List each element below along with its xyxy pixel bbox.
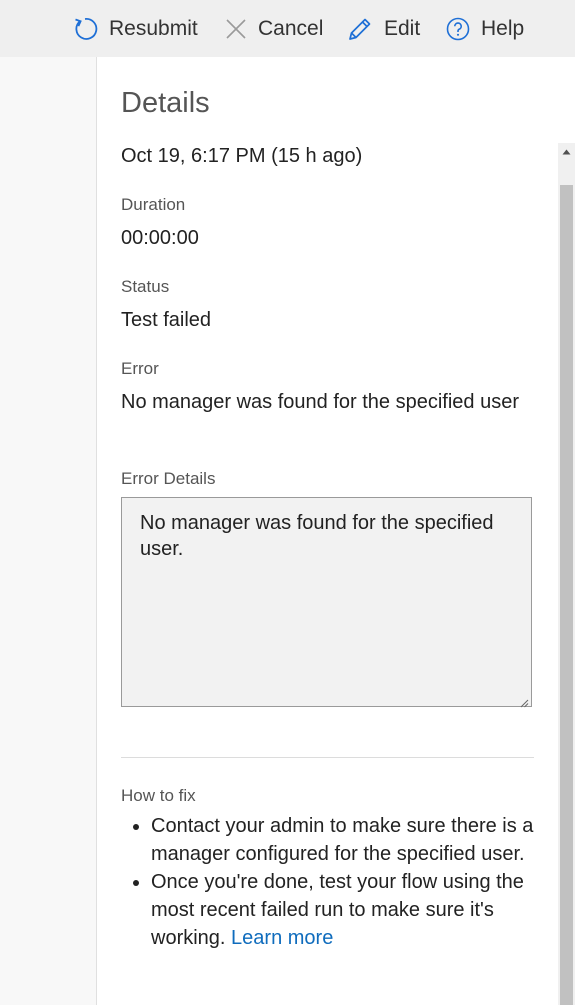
help-icon [446,17,470,41]
resubmit-label: Resubmit [109,16,198,40]
edit-label: Edit [384,16,421,40]
pencil-icon [347,16,373,42]
refresh-icon [72,16,98,42]
error-label: Error [121,359,159,378]
status-value: Test failed [121,309,212,331]
error-details-field[interactable]: No manager was found for the specified u… [121,497,532,707]
details-panel: Details Oct 19, 6:17 PM (15 h ago) Durat… [97,57,575,1005]
fix-step-text: Once you're done, test your flow using t… [151,871,524,949]
learn-more-link[interactable]: Learn more [231,927,333,949]
fix-step-text: Contact your admin to make sure there is… [151,815,534,865]
list-item: Contact your admin to make sure there is… [151,812,534,868]
cancel-button[interactable]: Cancel [225,0,323,57]
details-scroll-area: Oct 19, 6:17 PM (15 h ago) Duration 00:0… [97,142,575,1005]
duration-label: Duration [121,195,186,214]
run-timestamp: Oct 19, 6:17 PM (15 h ago) [121,145,363,167]
panel-title: Details [121,87,210,119]
left-rail [0,57,97,1005]
edit-button[interactable]: Edit [347,0,420,57]
help-label: Help [481,16,525,40]
vertical-scrollbar[interactable] [558,143,575,1005]
fix-steps-list: Contact your admin to make sure there is… [121,812,534,952]
scrollbar-thumb[interactable] [560,185,573,1005]
scroll-up-arrow-icon[interactable] [558,143,575,160]
how-to-fix-label: How to fix [121,786,196,805]
section-divider [121,757,534,758]
duration-value: 00:00:00 [121,227,199,249]
error-value: No manager was found for the specified u… [121,391,519,413]
status-label: Status [121,277,170,296]
resubmit-button[interactable]: Resubmit [72,0,198,57]
close-icon [225,18,247,40]
cancel-label: Cancel [258,16,324,40]
list-item: Once you're done, test your flow using t… [151,868,534,952]
help-button[interactable]: Help [446,0,524,57]
error-details-label: Error Details [121,469,216,488]
command-bar: Resubmit Cancel Edit Help [0,0,575,57]
